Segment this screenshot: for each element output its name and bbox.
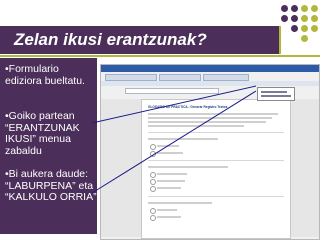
text-line — [148, 125, 244, 127]
text-line — [148, 202, 212, 204]
dot — [301, 25, 308, 32]
dot — [311, 25, 318, 32]
browser-titlebar — [101, 65, 319, 72]
dot — [301, 35, 308, 42]
menu-item-summary[interactable] — [261, 91, 287, 93]
text-line — [148, 138, 218, 140]
left-margin — [101, 99, 141, 237]
text-line — [148, 113, 278, 115]
radio-option[interactable] — [150, 179, 156, 185]
radio-option[interactable] — [150, 215, 156, 221]
radio-option[interactable] — [150, 186, 156, 192]
text-line — [157, 216, 181, 218]
text-line — [157, 187, 181, 189]
dot — [291, 15, 298, 22]
dot — [301, 5, 308, 12]
accent-divider-vertical — [279, 26, 281, 54]
text-line — [157, 152, 183, 154]
see-responses-menu[interactable] — [257, 87, 295, 101]
radio-option[interactable] — [150, 151, 156, 157]
bullet-item: •Goiko partean “ERANTZUNAK IKUSI” menua … — [5, 110, 80, 157]
text-line — [148, 121, 266, 123]
separator — [148, 132, 284, 133]
radio-option[interactable] — [150, 172, 156, 178]
address-bar — [125, 88, 219, 94]
browser-tab — [159, 74, 201, 81]
text-line — [157, 173, 187, 175]
slide-title: Zelan ikusi erantzunak? — [14, 30, 207, 49]
dot — [281, 5, 288, 12]
dot — [311, 5, 318, 12]
text-line — [148, 117, 272, 119]
form-panel: GLOSARIO DE PRÁCTICA - Generar Registro … — [141, 99, 291, 239]
text-line — [148, 166, 228, 168]
radio-option[interactable] — [150, 208, 156, 214]
text-line — [157, 145, 179, 147]
separator — [148, 160, 284, 161]
form-editor-screenshot: GLOSARIO DE PRÁCTICA - Generar Registro … — [100, 64, 320, 240]
dot — [291, 5, 298, 12]
dot-grid-decoration — [276, 2, 320, 46]
dot — [281, 15, 288, 22]
form-heading: GLOSARIO DE PRÁCTICA - Generar Registro … — [148, 105, 228, 109]
menu-item-spreadsheet[interactable] — [261, 95, 291, 97]
slide: Zelan ikusi erantzunak? •Formulario ediz… — [0, 0, 320, 240]
right-margin — [289, 99, 319, 237]
browser-tab — [203, 74, 249, 81]
text-line — [157, 180, 185, 182]
dot — [291, 25, 298, 32]
dot — [301, 15, 308, 22]
dot — [311, 15, 318, 22]
browser-tab — [105, 74, 157, 81]
bullet-item: •Bi aukera daude: “LABURPENA” eta “KALKU… — [5, 168, 97, 203]
radio-option[interactable] — [150, 144, 156, 150]
text-line — [157, 209, 177, 211]
bullet-item: •Formulario ediziora bueltatu. — [5, 63, 85, 87]
browser-toolbar — [101, 81, 319, 86]
separator — [148, 196, 284, 197]
accent-divider — [0, 55, 320, 57]
